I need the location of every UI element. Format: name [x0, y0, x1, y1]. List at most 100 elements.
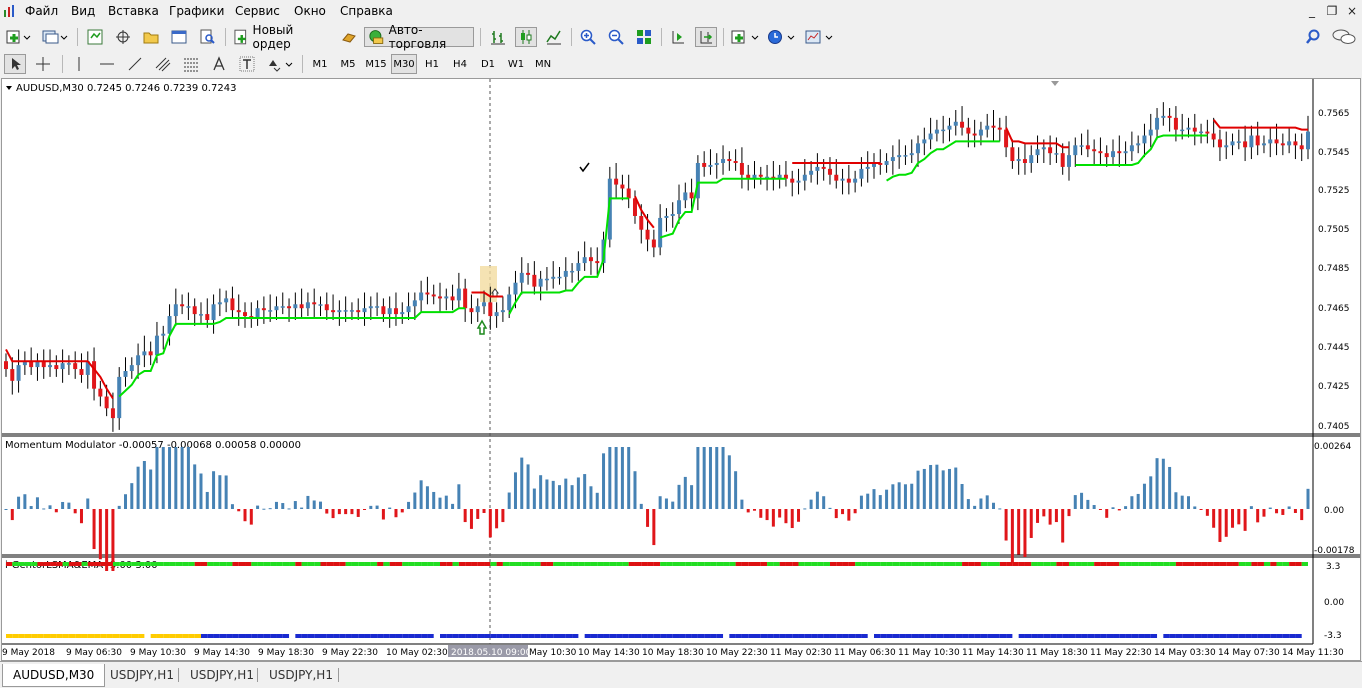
tf-m5-button[interactable]: M5	[336, 54, 360, 74]
new-order-button[interactable]: Новый ордер	[232, 23, 334, 51]
candle-body	[324, 304, 329, 311]
menu-tools[interactable]: Сервис	[235, 4, 280, 18]
close-icon[interactable]: ×	[1344, 3, 1360, 19]
zoom-in-button[interactable]	[577, 27, 599, 47]
candle-body	[1029, 155, 1034, 163]
candle-body	[356, 310, 361, 313]
momentum-bar	[425, 486, 429, 509]
candle-body	[1249, 135, 1254, 148]
tile-windows-button[interactable]	[633, 27, 655, 47]
chat-button[interactable]	[1330, 27, 1358, 47]
momentum-bar	[935, 464, 939, 509]
new-order-label: Новый ордер	[252, 23, 294, 51]
candle-body	[180, 304, 185, 307]
menu-help[interactable]: Справка	[340, 4, 393, 18]
candle-body	[1123, 151, 1128, 154]
candle-body	[941, 129, 946, 132]
candle-body	[73, 363, 78, 370]
tab-usdjpy-h1[interactable]: USDJPY,H1	[180, 664, 264, 686]
market-watch-button[interactable]	[84, 27, 106, 47]
candle-body	[400, 312, 405, 315]
momentum-bar	[520, 457, 524, 509]
fibonacci-button[interactable]	[180, 54, 202, 74]
menu-charts[interactable]: Графики	[169, 4, 224, 18]
momentum-bar	[658, 496, 662, 509]
tf-mn-button[interactable]: MN	[531, 54, 555, 74]
tf-h1-button[interactable]: H1	[420, 54, 444, 74]
restore-icon[interactable]: ❐	[1324, 3, 1340, 19]
momentum-bar	[381, 509, 385, 520]
tf-h4-button[interactable]: H4	[448, 54, 472, 74]
cursor-button[interactable]	[4, 54, 26, 74]
terminal-button[interactable]	[168, 27, 190, 47]
candle-body	[469, 308, 474, 313]
candle-body	[1048, 147, 1053, 154]
templates-button[interactable]	[803, 27, 837, 47]
chart-shift-marker[interactable]	[1051, 81, 1059, 86]
periods-button[interactable]	[765, 27, 799, 47]
buy-arrow-up-icon	[476, 319, 488, 335]
tab-usdjpy-h1[interactable]: USDJPY,H1	[259, 664, 343, 686]
bar-chart-button[interactable]	[487, 27, 509, 47]
tf-w1-button[interactable]: W1	[504, 54, 528, 74]
momentum-bar	[199, 473, 203, 509]
arrows-button[interactable]	[264, 54, 296, 74]
candlestick-button[interactable]	[515, 27, 537, 47]
chart-canvas[interactable]: AUDUSD,M30 0.7245 0.7246 0.7239 0.7243 M…	[2, 79, 1360, 660]
horizontal-line-button[interactable]	[96, 54, 118, 74]
text-button[interactable]	[208, 54, 230, 74]
time-label: 11 May 10:30	[898, 648, 960, 658]
momentum-bar	[23, 494, 27, 509]
candle-body	[173, 304, 178, 317]
menu-insert[interactable]: Вставка	[108, 4, 159, 18]
candle-body	[274, 306, 279, 311]
momentum-bar	[1124, 506, 1128, 509]
momentum-bar	[558, 485, 562, 509]
vertical-line-button[interactable]	[68, 54, 90, 74]
tf-m1-button[interactable]: M1	[308, 54, 332, 74]
candle-body	[689, 192, 694, 199]
momentum-histogram	[4, 447, 1310, 571]
price-label: 0.7525	[1318, 186, 1350, 196]
profiles-button[interactable]	[40, 27, 70, 47]
search-button[interactable]	[1302, 27, 1324, 47]
candle-body	[425, 292, 430, 295]
equidistant-channel-button[interactable]	[152, 54, 174, 74]
metaeditor-button[interactable]	[338, 27, 360, 47]
momentum-bar	[985, 495, 989, 509]
auto-trading-button[interactable]: Авто-торговля	[364, 23, 474, 51]
candle-body	[343, 310, 348, 312]
chart-window[interactable]: AUDUSD,M30 0.7245 0.7246 0.7239 0.7243 M…	[1, 78, 1361, 661]
momentum-bar	[1105, 509, 1109, 518]
momentum-bar	[551, 480, 555, 509]
new-chart-button[interactable]	[4, 27, 34, 47]
menu-file[interactable]: Файл	[25, 4, 58, 18]
text-label-button[interactable]	[236, 54, 258, 74]
candle-body	[865, 166, 870, 169]
momentum-bar	[790, 509, 794, 529]
momentum-bar	[1168, 466, 1172, 509]
chart-shift-button[interactable]	[695, 27, 717, 47]
momentum-bar	[1275, 509, 1279, 514]
navigator-button[interactable]	[112, 27, 134, 47]
indicators-button[interactable]	[729, 27, 763, 47]
trendline-button[interactable]	[124, 54, 146, 74]
tf-m15-button[interactable]: M15	[363, 54, 389, 74]
tab-audusd-m30[interactable]: AUDUSD,M30	[2, 664, 106, 687]
auto-trading-icon	[369, 30, 384, 44]
auto-scroll-button[interactable]	[667, 27, 689, 47]
data-window-button[interactable]	[140, 27, 162, 47]
strategy-tester-button[interactable]	[196, 27, 218, 47]
candle-body	[305, 302, 310, 309]
momentum-bar	[922, 468, 926, 509]
crosshair-button[interactable]	[32, 54, 54, 74]
line-chart-button[interactable]	[543, 27, 565, 47]
tf-d1-button[interactable]: D1	[476, 54, 500, 74]
zoom-out-button[interactable]	[605, 27, 627, 47]
tf-m30-button[interactable]: M30	[391, 54, 417, 74]
minimize-icon[interactable]: _	[1304, 3, 1320, 19]
menu-window[interactable]: Окно	[294, 4, 326, 18]
menu-view[interactable]: Вид	[71, 4, 95, 18]
momentum-bar	[300, 507, 304, 509]
tab-usdjpy-h1[interactable]: USDJPY,H1	[100, 664, 184, 686]
